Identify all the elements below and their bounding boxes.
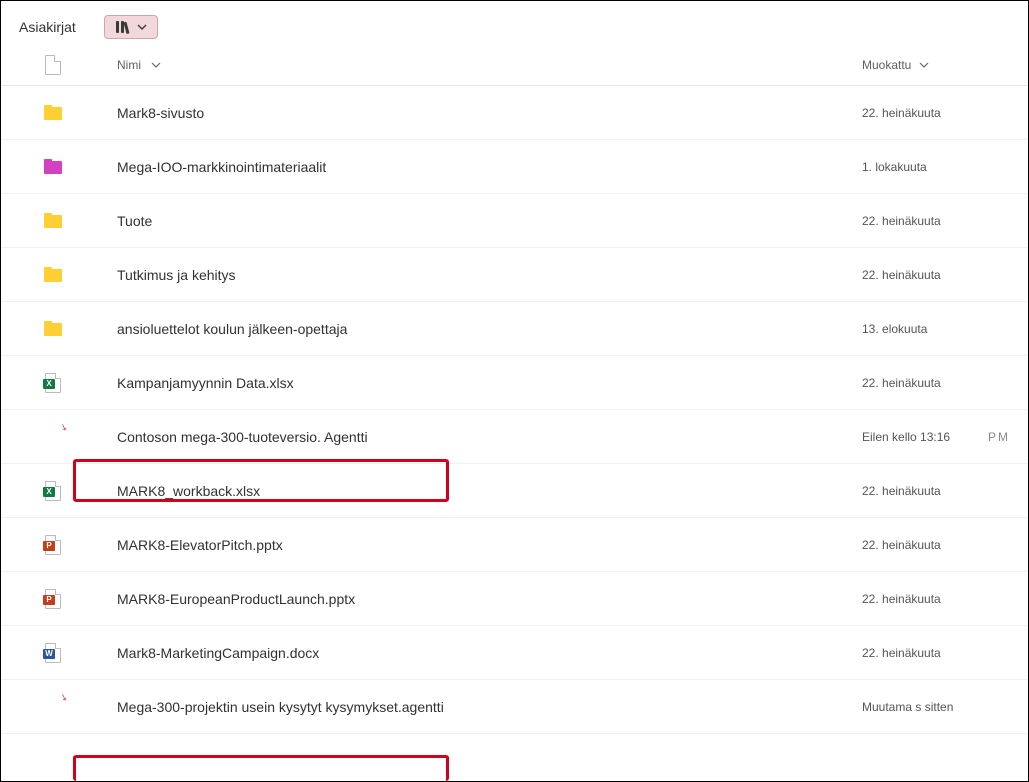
file-name-label: Mega-IOO-markkinointimateriaalit xyxy=(117,159,326,175)
file-modified-cell: 22. heinäkuuta xyxy=(862,484,1010,498)
file-row[interactable]: Mark8-MarketingCampaign.docx 22. heinäkuu… xyxy=(1,626,1028,680)
file-name-cell[interactable]: Mega-300-projektin usein kysytyt kysymyk… xyxy=(87,699,862,715)
file-row[interactable]: Mark8-sivusto 22. heinäkuuta xyxy=(1,86,1028,140)
file-modified-cell: 22. heinäkuuta xyxy=(862,268,1010,282)
chevron-down-icon[interactable] xyxy=(151,60,161,71)
file-name-label: ansioluettelot koulun jälkeen-opettaja xyxy=(117,321,347,337)
file-name-label: Mark8-sivusto xyxy=(117,105,204,121)
file-icon-cell xyxy=(19,159,87,174)
file-row[interactable]: Tutkimus ja kehitys 22. heinäkuuta xyxy=(1,248,1028,302)
powerpoint-file-icon xyxy=(45,589,61,609)
folder-icon xyxy=(44,213,62,228)
column-type-header[interactable] xyxy=(19,55,87,75)
file-modified-cell: 13. elokuuta xyxy=(862,322,1010,336)
file-modified-cell: 22. heinäkuuta xyxy=(862,538,1010,552)
chevron-down-icon[interactable] xyxy=(919,60,929,71)
file-icon-cell xyxy=(19,105,87,120)
annotation-highlight xyxy=(73,755,449,781)
column-modified-header[interactable]: Muokattu xyxy=(862,58,1010,72)
library-view-icon xyxy=(115,20,131,34)
file-name-cell[interactable]: MARK8-EuropeanProductLaunch.pptx xyxy=(87,591,862,607)
powerpoint-file-icon xyxy=(45,535,61,555)
file-icon-cell xyxy=(19,535,87,555)
file-name-label: Mega-300-projektin usein kysytyt kysymyk… xyxy=(117,699,444,715)
file-icon-cell xyxy=(19,481,87,501)
file-row[interactable]: MARK8-EuropeanProductLaunch.pptx 22. hein… xyxy=(1,572,1028,626)
file-name-label: MARK8_workback.xlsx xyxy=(117,483,260,499)
column-header-row: Nimi Muokattu xyxy=(1,49,1028,86)
folder-icon xyxy=(44,159,62,174)
folder-icon xyxy=(44,267,62,282)
excel-file-icon xyxy=(45,373,61,393)
file-name-cell[interactable]: MARK8-ElevatorPitch.pptx xyxy=(87,537,862,553)
file-row[interactable]: MARK8_workback.xlsx 22. heinäkuuta xyxy=(1,464,1028,518)
file-row[interactable]: ↘ Mega-300-projektin usein kysytyt kysymy… xyxy=(1,680,1028,734)
file-modified-cell: 22. heinäkuuta xyxy=(862,592,1010,606)
file-modified-cell: 22. heinäkuuta xyxy=(862,376,1010,390)
library-header: Asiakirjat xyxy=(1,1,1028,49)
file-row[interactable]: ansioluettelot koulun jälkeen-opettaja 13… xyxy=(1,302,1028,356)
file-modified-cell: 22. heinäkuuta xyxy=(862,646,1010,660)
file-name-label: Contoson mega-300-tuoteversio. Agentti xyxy=(117,429,368,445)
folder-icon xyxy=(44,321,62,336)
file-row[interactable]: Tuote 22. heinäkuuta xyxy=(1,194,1028,248)
file-name-label: Tutkimus ja kehitys xyxy=(117,267,236,283)
file-name-cell[interactable]: Mark8-sivusto xyxy=(87,105,862,121)
file-modified-cell: 22. heinäkuuta xyxy=(862,214,1010,228)
file-name-cell[interactable]: Tutkimus ja kehitys xyxy=(87,267,862,283)
file-name-cell[interactable]: Mark8-MarketingCampaign.docx xyxy=(87,645,862,661)
file-modified-cell: 22. heinäkuuta xyxy=(862,106,1010,120)
file-icon-cell xyxy=(19,213,87,228)
file-icon-cell xyxy=(19,321,87,336)
folder-icon xyxy=(44,105,62,120)
file-icon-cell xyxy=(19,643,87,663)
file-row[interactable]: ↘Contoson mega-300-tuoteversio. AgenttiE… xyxy=(1,410,1028,464)
file-modified-cell: 1. lokakuuta xyxy=(862,160,1010,174)
file-name-cell[interactable]: Contoson mega-300-tuoteversio. Agentti xyxy=(87,429,862,445)
file-type-icon xyxy=(45,55,61,75)
column-name-label: Nimi xyxy=(117,58,141,72)
column-modified-label: Muokattu xyxy=(862,58,911,72)
chevron-down-icon xyxy=(137,24,147,30)
file-name-cell[interactable]: MARK8_workback.xlsx xyxy=(87,483,862,499)
column-name-header[interactable]: Nimi xyxy=(87,58,862,72)
file-name-cell[interactable]: Kampanjamyynnin Data.xlsx xyxy=(87,375,862,391)
file-icon-cell: ↘ xyxy=(19,698,87,716)
file-name-label: Mark8-MarketingCampaign.docx xyxy=(117,645,319,661)
file-list: Mark8-sivusto 22. heinäkuuta Mega-IOO-mark… xyxy=(1,86,1028,734)
file-icon-cell: ↘ xyxy=(19,428,87,446)
file-modified-cell: Muutama s sitten xyxy=(862,700,1010,714)
file-name-label: Kampanjamyynnin Data.xlsx xyxy=(117,375,294,391)
library-title: Asiakirjat xyxy=(19,19,76,35)
pm-badge: PM xyxy=(988,430,1010,444)
copilot-agent-icon: ↘ xyxy=(44,698,62,716)
file-row[interactable]: Mega-IOO-markkinointimateriaalit 1. lokak… xyxy=(1,140,1028,194)
file-name-cell[interactable]: Tuote xyxy=(87,213,862,229)
word-file-icon xyxy=(45,643,61,663)
file-name-label: MARK8-ElevatorPitch.pptx xyxy=(117,537,283,553)
file-row[interactable]: Kampanjamyynnin Data.xlsx 22. heinäkuuta xyxy=(1,356,1028,410)
copilot-agent-icon: ↘ xyxy=(44,428,62,446)
file-row[interactable]: MARK8-ElevatorPitch.pptx 22. heinäkuuta xyxy=(1,518,1028,572)
file-icon-cell xyxy=(19,373,87,393)
file-name-cell[interactable]: ansioluettelot koulun jälkeen-opettaja xyxy=(87,321,862,337)
excel-file-icon xyxy=(45,481,61,501)
file-name-label: Tuote xyxy=(117,213,152,229)
view-switcher-button[interactable] xyxy=(104,15,158,39)
file-icon-cell xyxy=(19,267,87,282)
file-icon-cell xyxy=(19,589,87,609)
file-name-cell[interactable]: Mega-IOO-markkinointimateriaalit xyxy=(87,159,862,175)
file-name-label: MARK8-EuropeanProductLaunch.pptx xyxy=(117,591,355,607)
